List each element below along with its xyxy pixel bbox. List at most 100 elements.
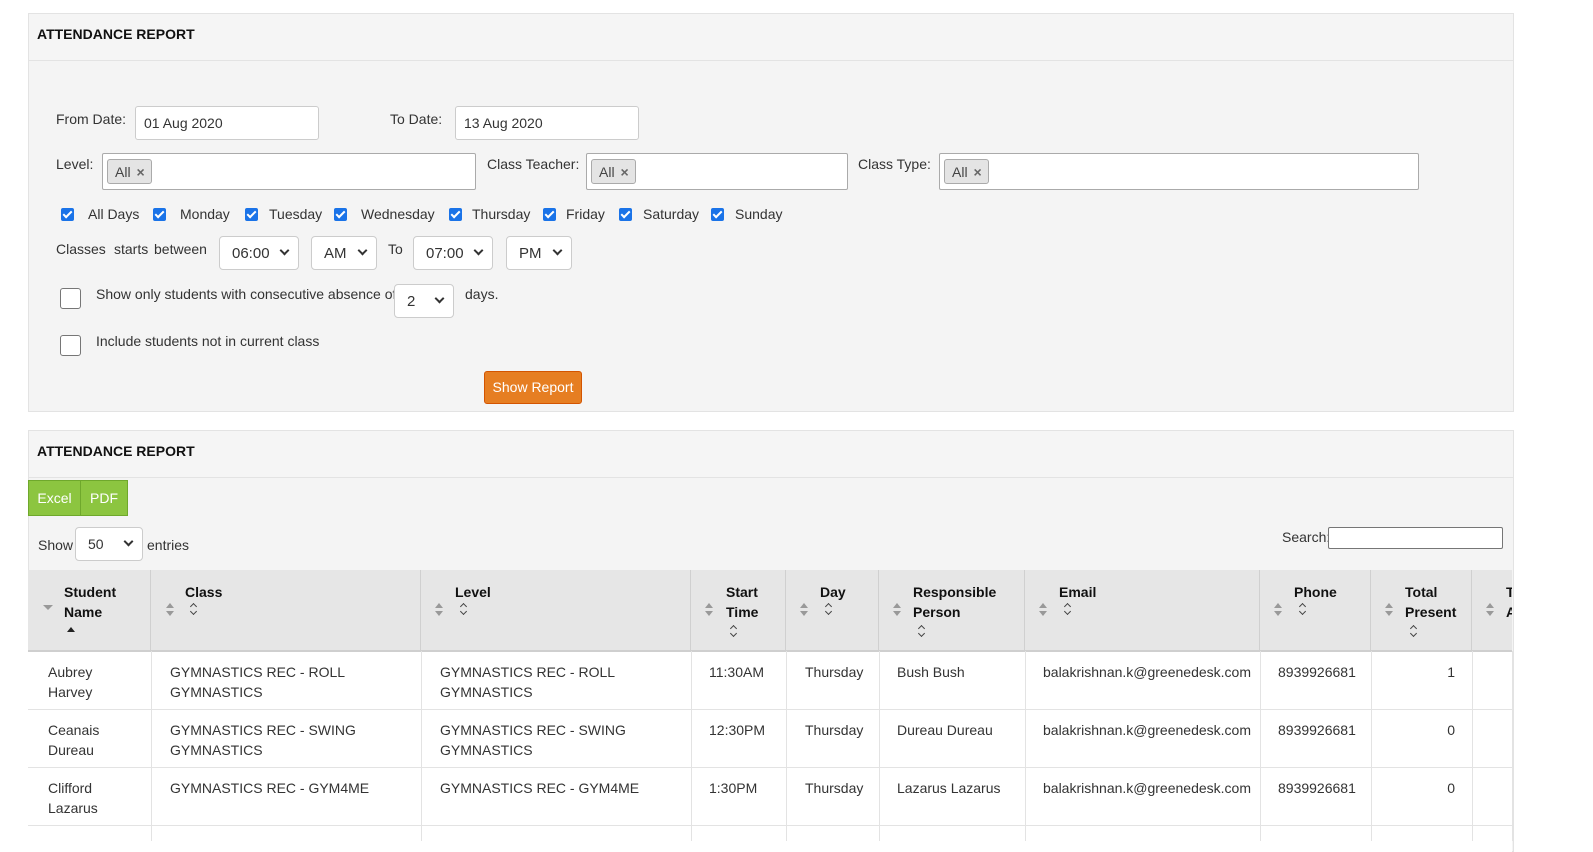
search-input[interactable] (1328, 527, 1503, 549)
header-present-line2: Present (1405, 604, 1457, 620)
column-header-total-absent[interactable]: TA (1472, 570, 1512, 651)
all-days-checkbox[interactable] (61, 208, 74, 221)
excel-export-button[interactable]: Excel (28, 480, 81, 516)
sort-icon (1385, 603, 1393, 617)
entries-per-page-select[interactable]: 50 (75, 527, 143, 561)
column-header-day[interactable]: Day (786, 570, 879, 651)
column-divider (421, 651, 422, 841)
remove-chip-icon[interactable]: × (620, 164, 628, 180)
show-entries-label: Show (38, 537, 74, 553)
header-present-line1: Total (1405, 584, 1438, 600)
consecutive-absence-label: Show only students with consecutive abse… (96, 286, 397, 302)
column-header-email[interactable]: Email (1025, 570, 1260, 651)
cell-class: GYMNASTICS (170, 684, 263, 700)
cell-student: Aubrey (48, 664, 93, 680)
header-absent-line1: T (1506, 584, 1512, 600)
column-header-responsible-person[interactable]: Responsible Person (879, 570, 1025, 651)
sort-icon (1486, 603, 1494, 617)
sort-caret-icon (460, 603, 468, 615)
column-header-phone[interactable]: Phone (1260, 570, 1371, 651)
cell-start-time: 11:30AM (709, 664, 764, 680)
sort-ascending-icon (67, 627, 75, 632)
table-row[interactable] (28, 826, 1512, 852)
cell-phone: 8939926681 (1278, 664, 1356, 680)
column-header-level[interactable]: Level (421, 570, 691, 651)
consecutive-absence-checkbox[interactable] (60, 288, 81, 309)
cell-student: Dureau (48, 742, 94, 758)
pdf-export-button[interactable]: PDF (80, 480, 128, 516)
header-absent-line2: A (1506, 604, 1512, 620)
column-divider (1512, 651, 1513, 841)
column-header-student-name[interactable]: Student Name (28, 570, 151, 651)
table-row[interactable]: Ceanais Dureau GYMNASTICS REC - SWING GYMN… (28, 710, 1512, 768)
table-row[interactable]: Aubrey Harvey GYMNASTICS REC - ROLL GYMNAS… (28, 652, 1512, 710)
filter-panel-title: ATTENDANCE REPORT (29, 14, 1513, 61)
start-ampm-value: AM (324, 245, 347, 262)
class-type-multiselect[interactable]: All × (939, 153, 1419, 190)
cell-email: balakrishnan.k@greenedesk.com (1043, 664, 1251, 680)
cell-day: Thursday (805, 664, 864, 680)
remove-chip-icon[interactable]: × (136, 164, 144, 180)
cell-class: GYMNASTICS REC - ROLL (170, 664, 346, 680)
sunday-label: Sunday (735, 206, 783, 222)
column-header-start-time[interactable]: Start Time (691, 570, 786, 651)
end-ampm-value: PM (519, 245, 542, 262)
header-start-line1: Start (726, 584, 758, 600)
sort-caret-icon (730, 625, 738, 637)
class-teacher-chip[interactable]: All × (591, 159, 636, 184)
include-students-checkbox[interactable] (60, 335, 81, 356)
cell-student: Lazarus (48, 800, 98, 816)
all-days-label: All Days (88, 206, 140, 222)
show-report-button[interactable]: Show Report (484, 371, 582, 404)
consecutive-days-select[interactable]: 2 (394, 284, 454, 318)
cell-level: GYMNASTICS (440, 742, 533, 758)
tuesday-checkbox[interactable] (245, 208, 258, 221)
sort-icon (435, 603, 443, 617)
wednesday-checkbox[interactable] (334, 208, 347, 221)
cell-present: 1 (1447, 664, 1455, 680)
cell-day: Thursday (805, 780, 864, 796)
thursday-checkbox[interactable] (449, 208, 462, 221)
class-type-chip[interactable]: All × (944, 159, 989, 184)
column-header-total-present[interactable]: Total Present (1371, 570, 1472, 651)
table-row[interactable]: Clifford Lazarus GYMNASTICS REC - GYM4ME … (28, 768, 1512, 826)
from-date-input[interactable]: 01 Aug 2020 (135, 106, 319, 140)
header-phone: Phone (1294, 584, 1337, 600)
column-divider (1371, 651, 1372, 841)
remove-chip-icon[interactable]: × (973, 164, 981, 180)
end-time-value: 07:00 (426, 245, 464, 262)
cell-email: balakrishnan.k@greenedesk.com (1043, 722, 1251, 738)
friday-checkbox[interactable] (543, 208, 556, 221)
start-ampm-select[interactable]: AM (311, 236, 377, 270)
sort-indicator-icon (43, 605, 53, 610)
column-divider (1472, 651, 1473, 841)
header-responsible-line2: Person (913, 604, 961, 620)
class-teacher-multiselect[interactable]: All × (586, 153, 848, 190)
column-divider (1260, 651, 1261, 841)
friday-label: Friday (566, 206, 605, 222)
entries-value: 50 (88, 536, 104, 552)
column-header-class[interactable]: Class (151, 570, 421, 651)
to-date-label: To Date: (390, 111, 443, 127)
starts-label: starts (114, 241, 149, 257)
class-type-chip-text: All (952, 164, 968, 180)
sort-icon (893, 603, 901, 617)
from-date-label: From Date: (56, 111, 127, 127)
cell-email: balakrishnan.k@greenedesk.com (1043, 780, 1251, 796)
level-multiselect[interactable]: All × (102, 153, 476, 190)
start-time-select[interactable]: 06:00 (219, 236, 299, 270)
column-divider (691, 651, 692, 841)
entries-label: entries (147, 537, 190, 553)
saturday-checkbox[interactable] (619, 208, 632, 221)
tuesday-label: Tuesday (269, 206, 323, 222)
level-chip[interactable]: All × (107, 159, 152, 184)
cell-responsible: Dureau Dureau (897, 722, 993, 738)
to-date-input[interactable]: 13 Aug 2020 (455, 106, 639, 140)
end-ampm-select[interactable]: PM (506, 236, 572, 270)
end-time-select[interactable]: 07:00 (413, 236, 493, 270)
sunday-checkbox[interactable] (711, 208, 724, 221)
column-divider (151, 651, 152, 841)
header-email: Email (1059, 584, 1097, 600)
monday-checkbox[interactable] (153, 208, 166, 221)
cell-student: Clifford (48, 780, 93, 796)
